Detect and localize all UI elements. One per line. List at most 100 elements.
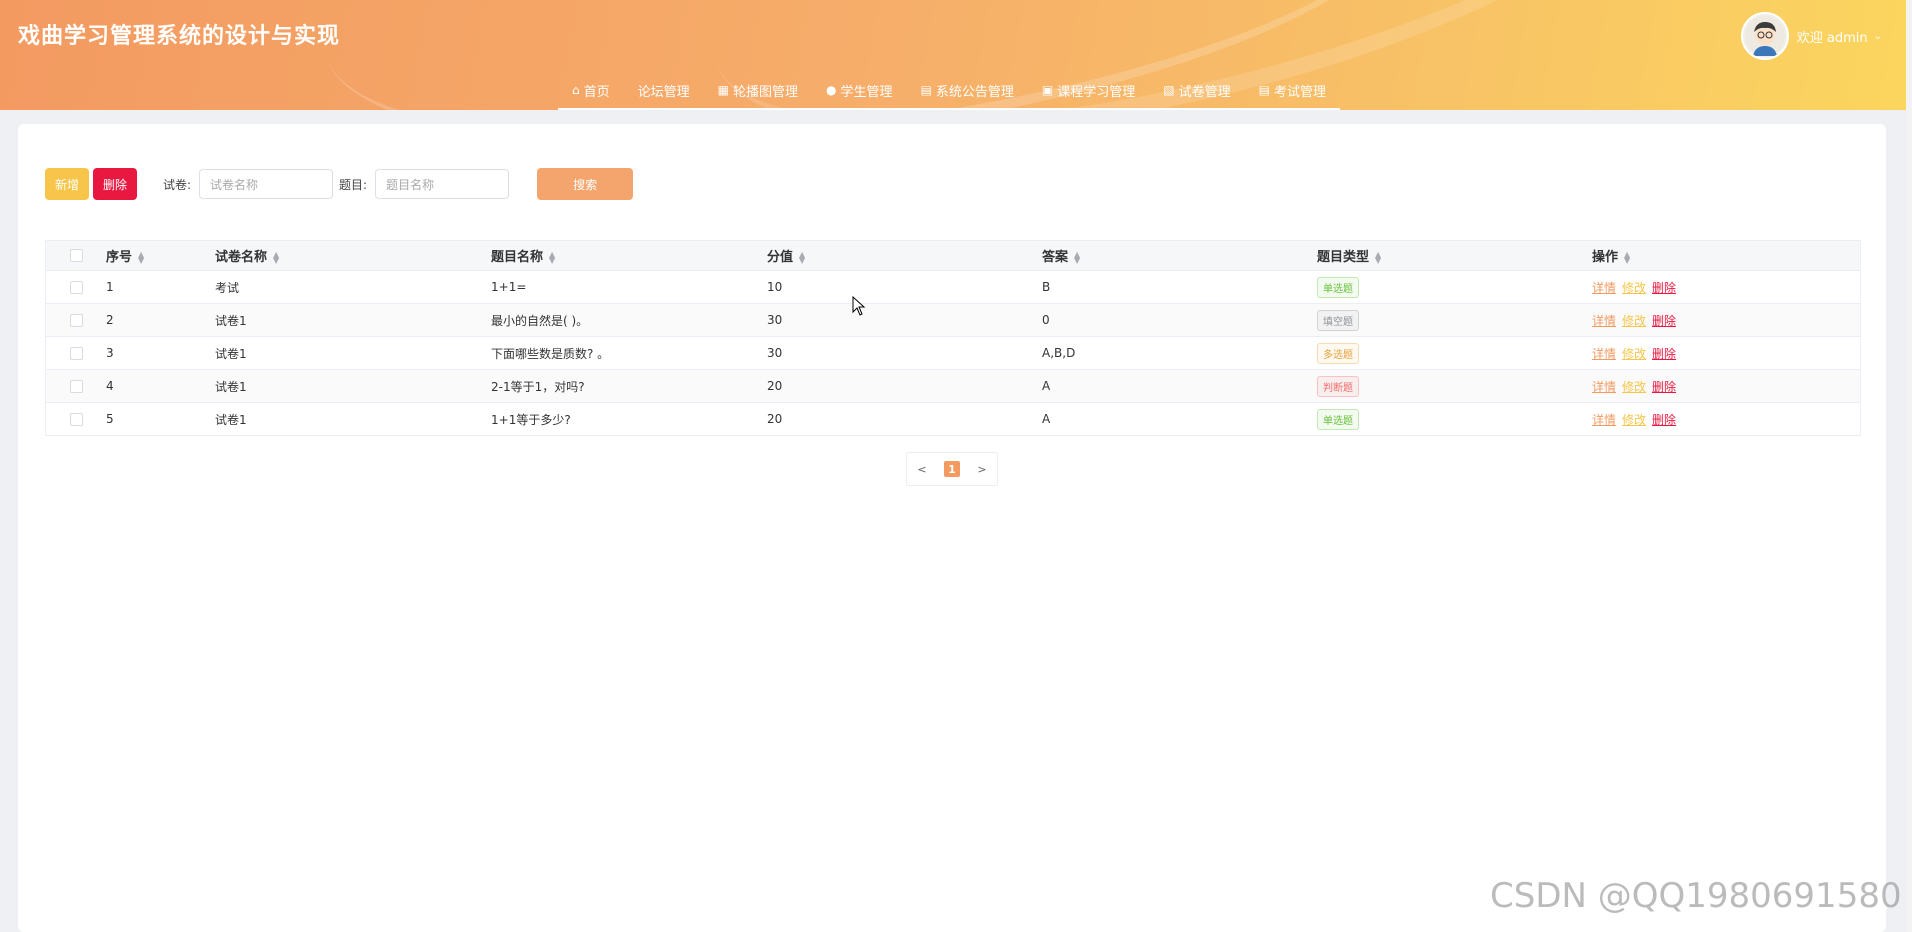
cell-paper-name: 试卷1 — [215, 412, 247, 427]
cell-score: 30 — [767, 313, 783, 327]
header: 戏曲学习管理系统的设计与实现 欢迎 admin ⌄ ⌂ 首页 论坛管理 ▦ 轮播… — [0, 0, 1912, 110]
question-name-input[interactable]: 题目名称 — [375, 169, 510, 199]
question-type-tag: 多选题 — [1317, 342, 1359, 364]
nav-item-home[interactable]: ⌂ 首页 — [572, 81, 610, 100]
page-scrollbar[interactable] — [1906, 0, 1912, 932]
edit-link[interactable]: 修改 — [1622, 380, 1646, 394]
site-title: 戏曲学习管理系统的设计与实现 — [18, 24, 341, 49]
detail-link[interactable]: 详情 — [1592, 347, 1616, 361]
nav-item-exams[interactable]: ▤ 考试管理 — [1259, 81, 1326, 100]
nav-item-students[interactable]: ● 学生管理 — [826, 81, 893, 100]
delete-link[interactable]: 删除 — [1652, 281, 1676, 295]
nav-item-label: 论坛管理 — [637, 84, 690, 100]
select-all-checkbox[interactable] — [69, 249, 83, 262]
column-header[interactable]: 题目名称 ▲ ▼ — [491, 246, 767, 265]
sort-icon[interactable]: ▲ ▼ — [273, 250, 279, 264]
welcome-text: 欢迎 admin — [1796, 30, 1868, 46]
row-actions: 详情 修改 删除 — [1592, 411, 1860, 428]
nav-item-label: 课程学习管理 — [1057, 84, 1136, 100]
question-type-tag: 判断题 — [1317, 375, 1359, 397]
grid-icon: ▦ — [717, 83, 729, 97]
row-checkbox[interactable] — [69, 313, 83, 327]
row-actions: 详情 修改 删除 — [1592, 312, 1860, 329]
page-button-current[interactable]: 1 — [937, 453, 967, 485]
cell-score: 10 — [767, 280, 783, 294]
row-checkbox[interactable] — [69, 412, 83, 426]
question-type-tag: 单选题 — [1317, 408, 1359, 430]
cell-index: 4 — [106, 379, 114, 393]
chevron-down-icon[interactable]: ⌄ — [1874, 31, 1882, 42]
column-header[interactable]: 试卷名称 ▲ ▼ — [215, 246, 491, 265]
column-header[interactable]: 答案 ▲ ▼ — [1042, 246, 1317, 265]
delete-link[interactable]: 删除 — [1652, 380, 1676, 394]
edit-link[interactable]: 修改 — [1622, 347, 1646, 361]
sort-icon[interactable]: ▲ ▼ — [1074, 250, 1080, 264]
edit-link[interactable]: 修改 — [1622, 413, 1646, 427]
edit-link[interactable]: 修改 — [1622, 314, 1646, 328]
cell-score: 20 — [767, 412, 783, 426]
cell-question-name: 最小的自然是( )。 — [491, 313, 589, 328]
cell-paper-name: 试卷1 — [215, 346, 247, 361]
cell-paper-name: 试卷1 — [215, 379, 247, 394]
sort-icon[interactable]: ▲ ▼ — [549, 250, 555, 264]
add-button[interactable]: 新增 — [45, 168, 89, 200]
row-actions: 详情 修改 删除 — [1592, 279, 1860, 296]
sort-icon[interactable]: ▲ ▼ — [1624, 250, 1630, 264]
table-body: 1 考试 1+1= 10 B 单选题 详情 修改 删除 2 试卷1 最小的自然是( )。 30 0 填空题详… — [46, 271, 1860, 435]
top-nav: ⌂ 首页 论坛管理 ▦ 轮播图管理 ● 学生管理 ▤ 系统公告管理 ▣ 课程学习… — [558, 72, 1340, 110]
user-menu[interactable]: 欢迎 admin ⌄ — [1740, 12, 1882, 60]
nav-item-label: 学生管理 — [840, 84, 893, 100]
edit-link[interactable]: 修改 — [1622, 281, 1646, 295]
book-icon: ▧ — [1163, 83, 1175, 97]
row-checkbox[interactable] — [69, 280, 83, 294]
cell-index: 1 — [106, 280, 114, 294]
cell-answer: A — [1042, 412, 1051, 426]
batch-delete-button[interactable]: 删除 — [93, 168, 137, 200]
prev-page-button[interactable]: < — [907, 453, 937, 485]
sort-icon[interactable]: ▲ ▼ — [799, 250, 805, 264]
cell-answer: 0 — [1042, 313, 1050, 327]
paper-name-input[interactable]: 试卷名称 — [199, 169, 334, 199]
column-header[interactable]: 操作 ▲ ▼ — [1592, 246, 1860, 265]
detail-link[interactable]: 详情 — [1592, 281, 1616, 295]
delete-link[interactable]: 删除 — [1652, 413, 1676, 427]
column-header[interactable]: 分值 ▲ ▼ — [767, 246, 1042, 265]
table-row[interactable]: 2 试卷1 最小的自然是( )。 30 0 填空题 详情 修改 删除 — [46, 304, 1860, 337]
cell-paper-name: 试卷1 — [215, 313, 247, 328]
row-checkbox[interactable] — [69, 346, 83, 360]
questions-table: 序号 ▲ ▼ 试卷名称 ▲ ▼ 题目名称 ▲ ▼ 分值 ▲ ▼ 答案 ▲ ▼ 题目类型 ▲ ▼ 操作 ▲ ▼… — [45, 240, 1861, 436]
nav-item-notices[interactable]: ▤ 系统公告管理 — [921, 81, 1014, 100]
nav-item-courses[interactable]: ▣ 课程学习管理 — [1042, 81, 1135, 100]
column-header[interactable]: 题目类型 ▲ ▼ — [1317, 246, 1592, 265]
detail-link[interactable]: 详情 — [1592, 314, 1616, 328]
nav-item-label: 轮播图管理 — [733, 84, 799, 100]
cell-index: 5 — [106, 412, 114, 426]
sort-icon[interactable]: ▲ ▼ — [138, 250, 144, 264]
row-checkbox[interactable] — [69, 379, 83, 393]
nav-item-label: 系统公告管理 — [935, 84, 1014, 100]
question-type-tag: 填空题 — [1317, 309, 1359, 331]
delete-link[interactable]: 删除 — [1652, 314, 1676, 328]
search-button[interactable]: 搜索 — [537, 168, 634, 200]
cell-question-name: 下面哪些数是质数? 。 — [491, 346, 610, 361]
sort-icon[interactable]: ▲ ▼ — [1375, 250, 1381, 264]
nav-item-forum[interactable]: 论坛管理 — [638, 81, 690, 100]
column-header[interactable]: 序号 ▲ ▼ — [106, 246, 215, 265]
watermark: CSDN @QQ1980691580 — [1490, 876, 1902, 916]
next-page-button[interactable]: > — [967, 453, 997, 485]
nav-item-papers[interactable]: ▧ 试卷管理 — [1163, 81, 1230, 100]
avatar[interactable] — [1740, 12, 1789, 60]
delete-link[interactable]: 删除 — [1652, 347, 1676, 361]
nav-item-carousel[interactable]: ▦ 轮播图管理 — [718, 81, 798, 100]
table-row[interactable]: 5 试卷1 1+1等于多少? 20 A 单选题 详情 修改 删除 — [46, 403, 1860, 435]
pagination: < 1 > — [906, 452, 998, 486]
table-row[interactable]: 1 考试 1+1= 10 B 单选题 详情 修改 删除 — [46, 271, 1860, 304]
detail-link[interactable]: 详情 — [1592, 380, 1616, 394]
detail-link[interactable]: 详情 — [1592, 413, 1616, 427]
table-row[interactable]: 4 试卷1 2-1等于1，对吗? 20 A 判断题 详情 修改 删除 — [46, 370, 1860, 403]
row-actions: 详情 修改 删除 — [1592, 345, 1860, 362]
table-row[interactable]: 3 试卷1 下面哪些数是质数? 。 30 A,B,D 多选题 详情 修改 删除 — [46, 337, 1860, 370]
avatar-icon — [1744, 16, 1785, 56]
user-icon: ● — [826, 83, 837, 97]
table-header: 序号 ▲ ▼ 试卷名称 ▲ ▼ 题目名称 ▲ ▼ 分值 ▲ ▼ 答案 ▲ ▼ 题目类型 ▲ ▼ 操作 ▲ ▼ — [46, 241, 1860, 271]
